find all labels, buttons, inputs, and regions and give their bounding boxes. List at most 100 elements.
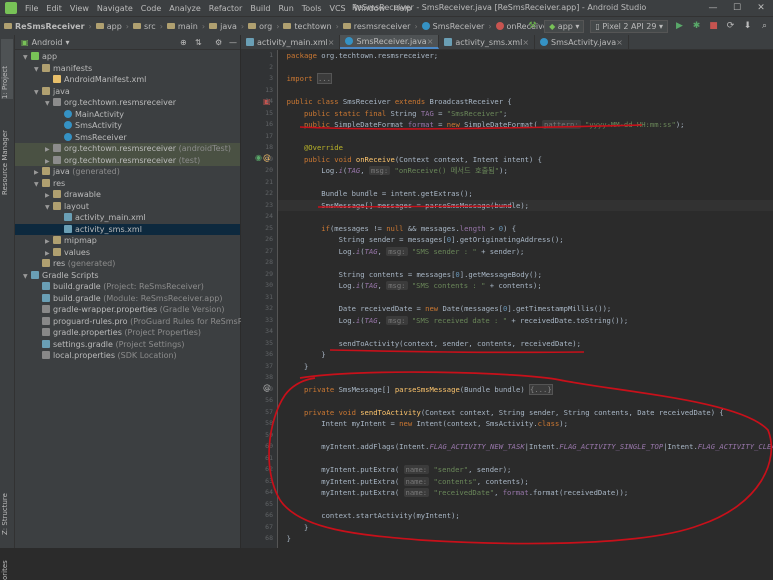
debug-icon[interactable]: ✱ — [690, 20, 703, 33]
tree-item[interactable]: ▼ org.techtown.resmsreceiver — [15, 97, 240, 109]
hide-panel-icon[interactable]: — — [229, 38, 237, 47]
code-line[interactable] — [278, 177, 773, 189]
code-line[interactable]: @Override — [278, 142, 773, 154]
code-line[interactable]: SmsMessage[] messages = parseSmsMessage(… — [278, 199, 773, 211]
search-icon[interactable]: ⌕ — [758, 20, 771, 33]
code-line[interactable]: Log.i(TAG, msg: "onReceive() 메서드 호출됨"); — [278, 165, 773, 177]
tree-item[interactable]: settings.gradle (Project Settings) — [15, 339, 240, 351]
globe-target-icon[interactable]: ⊕ — [180, 38, 187, 47]
code-line[interactable]: String sender = messages[0].getOriginati… — [278, 234, 773, 246]
sdk-manager-icon[interactable]: ⬇ — [741, 20, 754, 33]
code-line[interactable] — [278, 211, 773, 223]
sync-icon[interactable]: ⟳ — [724, 20, 737, 33]
code-line[interactable] — [278, 292, 773, 304]
editor-tab[interactable]: activity_main.xml × — [241, 35, 341, 49]
code-line[interactable]: Log.i(TAG, msg: "SMS received date : " +… — [278, 315, 773, 327]
code-line[interactable]: if(messages != null && messages.length >… — [278, 223, 773, 235]
code-line[interactable] — [278, 62, 773, 74]
code-line[interactable]: } — [278, 361, 773, 373]
code-line[interactable] — [278, 395, 773, 407]
code-editor[interactable]: package org.techtown.resmsreceiver; impo… — [278, 50, 773, 548]
tree-item[interactable]: SmsActivity — [15, 120, 240, 132]
code-line[interactable]: private SmsMessage[] parseSmsMessage(Bun… — [278, 383, 773, 396]
collapse-all-icon[interactable]: ⇅ — [195, 38, 202, 47]
close-tab-icon[interactable]: × — [328, 38, 335, 47]
breadcrumb-item[interactable]: SmsReceiver › — [418, 22, 492, 31]
close-icon[interactable]: ✕ — [749, 0, 773, 16]
tree-item[interactable]: ▶ org.techtown.resmsreceiver (androidTest… — [15, 143, 240, 155]
code-line[interactable]: Log.i(TAG, msg: "SMS contents : " + cont… — [278, 280, 773, 292]
tree-item[interactable]: ▼ manifests — [15, 63, 240, 75]
tree-item[interactable]: local.properties (SDK Location) — [15, 350, 240, 362]
breadcrumb-item[interactable]: techtown › — [279, 22, 339, 31]
code-line[interactable] — [278, 430, 773, 442]
tree-item[interactable]: gradle.properties (Project Properties) — [15, 327, 240, 339]
code-line[interactable]: myIntent.addFlags(Intent.FLAG_ACTIVITY_N… — [278, 441, 773, 453]
menu-item-file[interactable]: File — [21, 4, 42, 13]
tree-item[interactable]: activity_main.xml — [15, 212, 240, 224]
code-line[interactable] — [278, 499, 773, 511]
run-config-select[interactable]: ◆ app ▾ — [544, 19, 585, 33]
code-line[interactable]: myIntent.putExtra( name: "contents", con… — [278, 476, 773, 488]
tree-item[interactable]: ▼ layout — [15, 201, 240, 213]
code-line[interactable]: import ... — [278, 73, 773, 85]
breadcrumb-item[interactable]: src › — [129, 22, 163, 31]
close-tab-icon[interactable]: × — [522, 38, 529, 47]
device-select[interactable]: ▯ Pixel 2 API 29 ▾ — [590, 19, 668, 33]
editor-tab[interactable]: SmsActivity.java × — [535, 35, 629, 49]
breadcrumb-item[interactable]: resmsreceiver › — [339, 22, 418, 31]
code-line[interactable]: public void onReceive(Context context, I… — [278, 154, 773, 166]
code-line[interactable]: public class SmsReceiver extends Broadca… — [278, 96, 773, 108]
maximize-icon[interactable]: ☐ — [725, 0, 749, 16]
resource-manager-tab[interactable]: Resource Manager — [1, 105, 13, 195]
code-line[interactable]: } — [278, 349, 773, 361]
tree-item[interactable]: res (generated) — [15, 258, 240, 270]
code-line[interactable] — [278, 131, 773, 143]
code-line[interactable]: } — [278, 533, 773, 545]
editor-tab[interactable]: activity_sms.xml × — [439, 35, 536, 49]
code-line[interactable]: public static final String TAG = "SmsRec… — [278, 108, 773, 120]
editor-tab[interactable]: SmsReceiver.java × — [340, 35, 440, 49]
tree-item[interactable]: build.gradle (Project: ReSmsReceiver) — [15, 281, 240, 293]
tree-item[interactable]: AndroidManifest.xml — [15, 74, 240, 86]
tree-item[interactable]: ▶ mipmap — [15, 235, 240, 247]
stop-icon[interactable]: ■ — [707, 20, 720, 33]
menu-item-view[interactable]: View — [66, 4, 93, 13]
tree-item[interactable]: MainActivity — [15, 109, 240, 121]
breadcrumb-item[interactable]: ReSmsReceiver › — [0, 22, 92, 31]
code-line[interactable]: package org.techtown.resmsreceiver; — [278, 50, 773, 62]
minimize-icon[interactable]: — — [701, 0, 725, 16]
gear-icon[interactable]: ⚙ — [215, 38, 222, 47]
tree-item[interactable]: ▶ drawable — [15, 189, 240, 201]
menu-item-edit[interactable]: Edit — [42, 4, 66, 13]
code-line[interactable]: String contents = messages[0].getMessage… — [278, 269, 773, 281]
breadcrumb-item[interactable]: org › — [244, 22, 279, 31]
tree-item[interactable]: ▶ org.techtown.resmsreceiver (test) — [15, 154, 240, 166]
code-line[interactable]: private void sendToActivity(Context cont… — [278, 407, 773, 419]
menu-item-analyze[interactable]: Analyze — [165, 4, 205, 13]
code-line[interactable] — [278, 372, 773, 384]
structure-tab[interactable]: Z: Structure — [1, 475, 13, 535]
tree-item[interactable]: ▶ java (generated) — [15, 166, 240, 178]
menu-item-code[interactable]: Code — [137, 4, 165, 13]
hammer-icon[interactable]: ⚒ — [526, 20, 539, 33]
menu-item-tools[interactable]: Tools — [298, 4, 326, 13]
breadcrumb-item[interactable]: main › — [163, 22, 205, 31]
tree-item[interactable]: gradle-wrapper.properties (Gradle Versio… — [15, 304, 240, 316]
breadcrumb-item[interactable]: app › — [92, 22, 129, 31]
tree-item[interactable]: ▼ Gradle Scripts — [15, 270, 240, 282]
close-tab-icon[interactable]: × — [427, 37, 434, 46]
code-line[interactable]: Intent myIntent = new Intent(context, Sm… — [278, 418, 773, 430]
code-line[interactable]: } — [278, 522, 773, 534]
close-tab-icon[interactable]: × — [616, 38, 623, 47]
code-line[interactable]: myIntent.putExtra( name: "receivedDate",… — [278, 487, 773, 499]
tree-item[interactable]: ▼ res — [15, 178, 240, 190]
tree-item[interactable]: SmsReceiver — [15, 132, 240, 144]
code-line[interactable] — [278, 85, 773, 97]
code-line[interactable]: context.startActivity(myIntent); — [278, 510, 773, 522]
code-line[interactable]: public SimpleDateFormat format = new Sim… — [278, 119, 773, 131]
menu-item-vcs[interactable]: VCS — [326, 4, 350, 13]
tree-item[interactable]: ▼ java — [15, 86, 240, 98]
tree-item[interactable]: activity_sms.xml — [15, 223, 240, 235]
tree-item[interactable]: build.gradle (Module: ReSmsReceiver.app) — [15, 293, 240, 305]
